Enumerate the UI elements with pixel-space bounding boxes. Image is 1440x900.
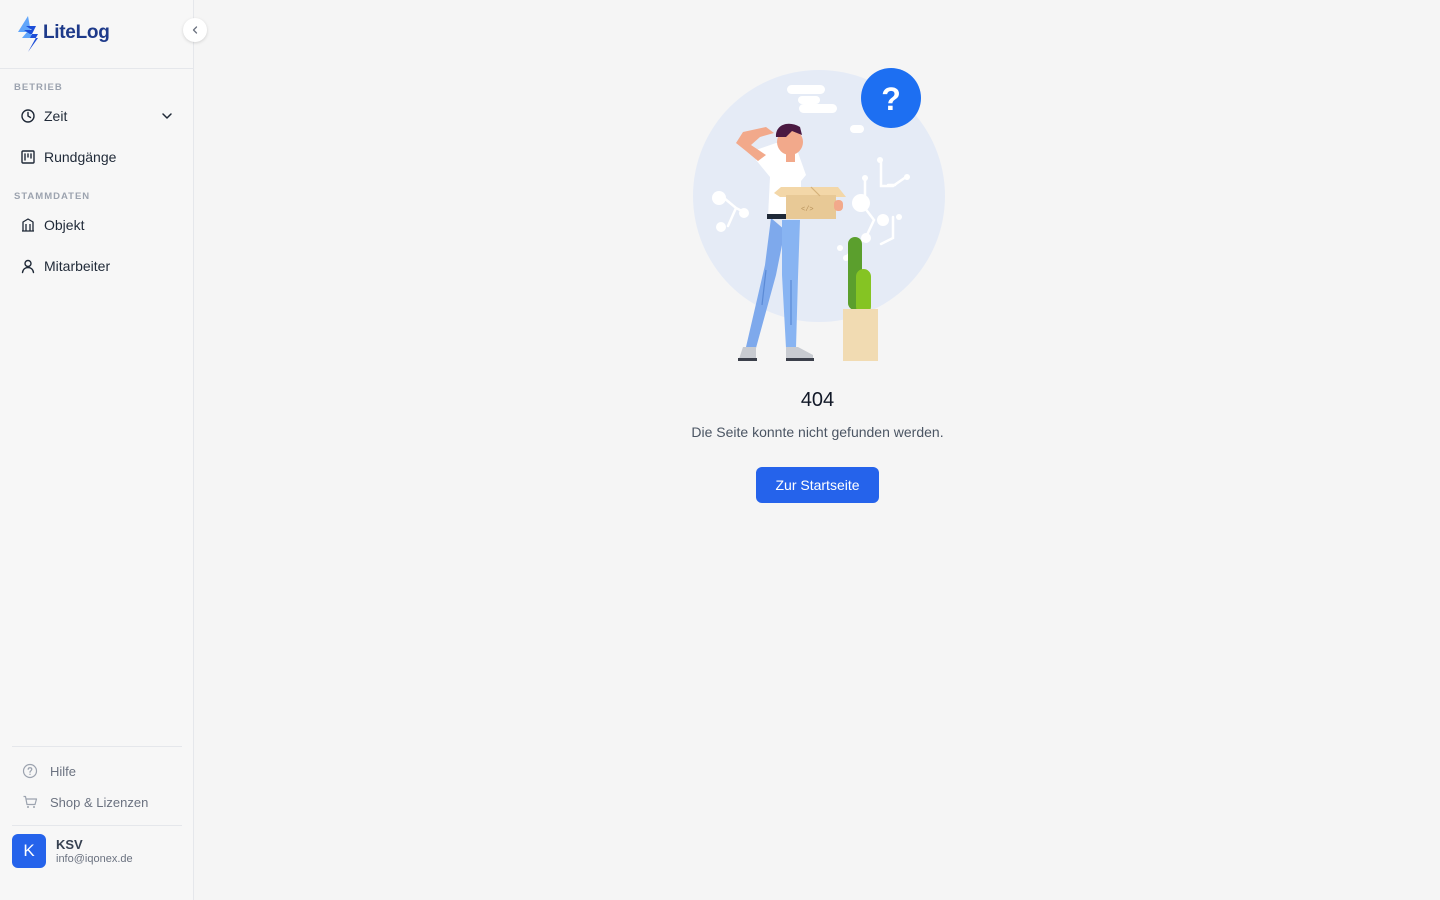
sidebar-item-label: Objekt — [44, 217, 85, 233]
section-label-stammdaten: STAMMDATEN — [14, 191, 91, 202]
not-found-illustration: ? </> — [693, 68, 945, 361]
sidebar-item-label: Rundgänge — [44, 149, 117, 165]
sidebar-item-objekt[interactable]: Objekt — [12, 209, 182, 241]
logo-area: LiteLog — [0, 0, 193, 69]
user-meta: KSV info@iqonex.de — [56, 837, 133, 865]
cart-icon — [22, 794, 38, 810]
litelog-logo-icon — [18, 16, 38, 52]
avatar: K — [12, 834, 46, 868]
sidebar-item-zeit[interactable]: Zeit — [12, 100, 182, 132]
divider — [12, 746, 182, 747]
help-link[interactable]: Hilfe — [12, 758, 182, 784]
sidebar-item-label: Mitarbeiter — [44, 258, 111, 274]
error-message: Die Seite konnte nicht gefunden werden. — [691, 424, 944, 440]
section-label-betrieb: BETRIEB — [14, 82, 63, 93]
chevron-left-icon — [192, 26, 198, 34]
svg-text:</>: </> — [801, 206, 814, 214]
user-profile[interactable]: K KSV info@iqonex.de — [12, 834, 182, 868]
main-content: ? </> 404 Die Seite konnte nicht gefunde… — [195, 0, 1440, 900]
route-icon — [20, 149, 36, 165]
shop-licenses-label: Shop & Lizenzen — [50, 794, 149, 810]
chevron-down-icon[interactable] — [160, 109, 174, 123]
svg-text:?: ? — [881, 81, 901, 117]
clock-icon — [20, 108, 36, 124]
divider — [12, 825, 182, 826]
shop-licenses-link[interactable]: Shop & Lizenzen — [12, 789, 182, 815]
sidebar-item-label: Zeit — [44, 108, 68, 124]
user-email: info@iqonex.de — [56, 853, 133, 865]
user-name: KSV — [56, 837, 83, 852]
sidebar: LiteLog BETRIEB Zeit Rundgänge STAMMDATE… — [0, 0, 207, 900]
building-icon — [20, 217, 36, 233]
go-home-button[interactable]: Zur Startseite — [756, 467, 879, 503]
user-icon — [20, 258, 36, 274]
help-circle-icon — [22, 763, 38, 779]
help-label: Hilfe — [50, 763, 77, 779]
collapse-sidebar-button[interactable] — [183, 18, 207, 42]
error-code: 404 — [800, 389, 835, 411]
sidebar-item-rundgaenge[interactable]: Rundgänge — [12, 141, 182, 173]
app-name: LiteLog — [43, 22, 110, 43]
sidebar-item-mitarbeiter[interactable]: Mitarbeiter — [12, 250, 182, 282]
